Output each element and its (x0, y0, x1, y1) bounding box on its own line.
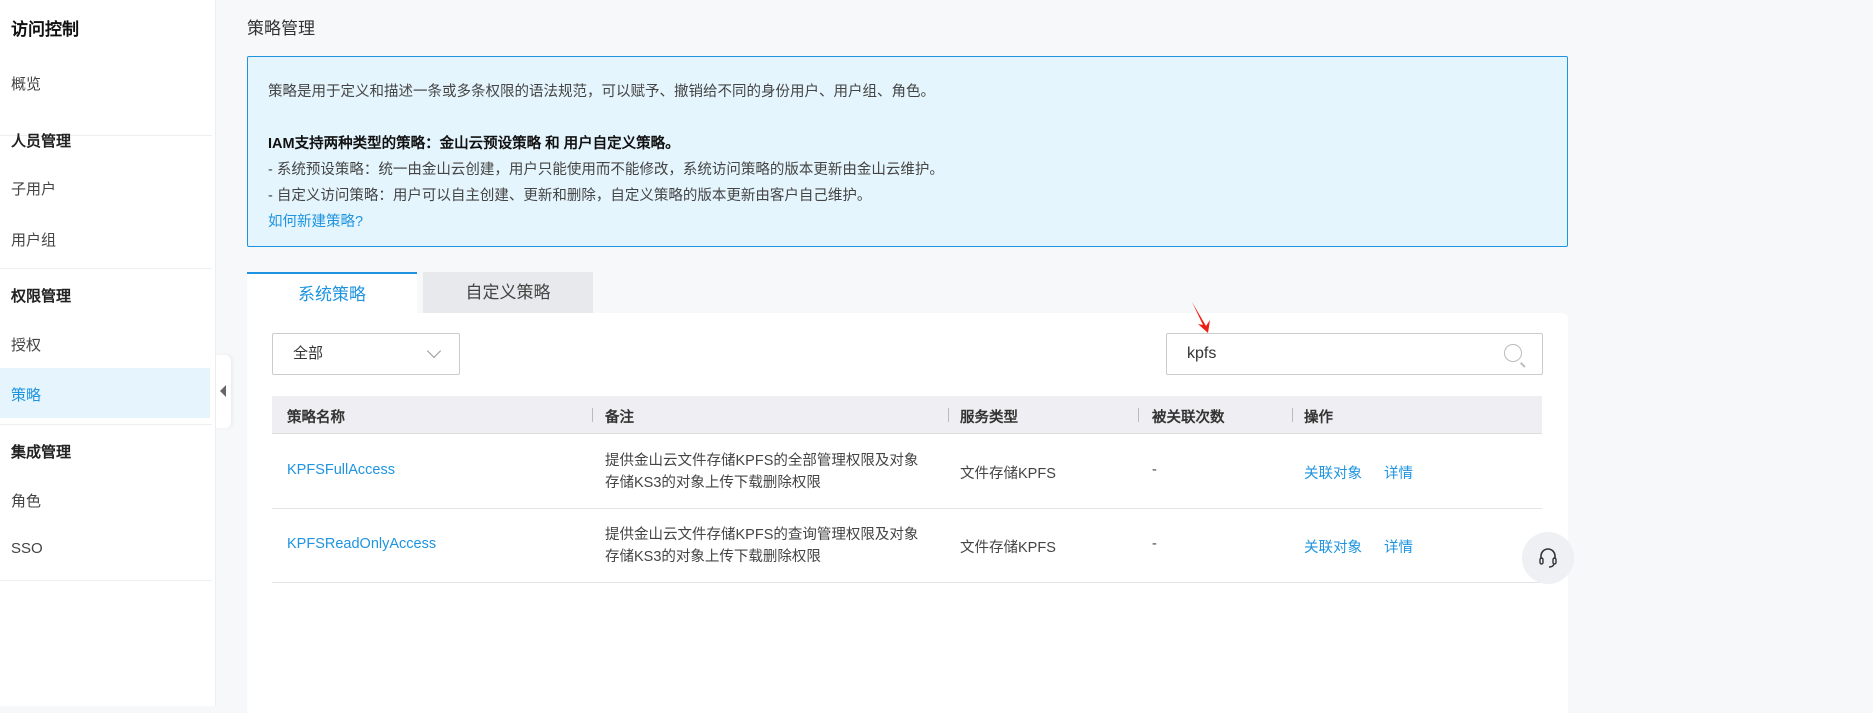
sidebar-item-usergroups[interactable]: 用户组 (11, 229, 56, 250)
details-link[interactable]: 详情 (1384, 536, 1413, 557)
table-row: KPFSFullAccess 提供金山云文件存储KPFS的全部管理权限及对象 存储… (272, 435, 1542, 509)
note-line: 提供金山云文件存储KPFS的查询管理权限及对象 (605, 527, 919, 543)
table-row: KPFSReadOnlyAccess 提供金山云文件存储KPFS的查询管理权限及… (272, 509, 1542, 583)
page-title: 策略管理 (247, 19, 315, 38)
sidebar-item-roles[interactable]: 角色 (11, 490, 41, 511)
sidebar-title: 访问控制 (11, 20, 79, 39)
sidebar-collapse-button[interactable] (216, 355, 231, 428)
col-separator (948, 408, 949, 422)
attach-count: - (1152, 536, 1157, 552)
search-value: kpfs (1187, 345, 1217, 362)
policy-note: 提供金山云文件存储KPFS的查询管理权限及对象 存储KS3的对象上传下载删除权限 (605, 524, 918, 568)
search-input[interactable]: kpfs (1166, 333, 1543, 375)
col-actions: 操作 (1304, 410, 1333, 426)
filter-select[interactable]: 全部 (272, 333, 460, 375)
sidebar-item-overview[interactable]: 概览 (11, 73, 41, 94)
customer-support-button[interactable] (1522, 532, 1574, 584)
service-type: 文件存储KPFS (960, 540, 1056, 556)
col-separator (1138, 408, 1139, 422)
col-separator (592, 408, 593, 422)
service-type: 文件存储KPFS (960, 466, 1056, 482)
headset-icon (1539, 548, 1557, 568)
tab-system-policies[interactable]: 系统策略 (247, 272, 417, 313)
attach-object-link[interactable]: 关联对象 (1304, 462, 1362, 483)
policy-name-link[interactable]: KPFSFullAccess (287, 462, 395, 478)
details-link[interactable]: 详情 (1384, 462, 1413, 483)
divider (0, 424, 212, 425)
how-to-create-policy-link[interactable]: 如何新建策略? (268, 214, 363, 230)
tab-custom-policies[interactable]: 自定义策略 (423, 272, 593, 313)
attach-count: - (1152, 462, 1157, 478)
info-line: - 自定义访问策略：用户可以自主创建、更新和删除，自定义策略的版本更新由客户自己… (268, 188, 872, 204)
info-line: - 系统预设策略：统一由金山云创建，用户只能使用而不能修改，系统访问策略的版本更… (268, 162, 944, 178)
sidebar-item-authorization[interactable]: 授权 (11, 334, 41, 355)
sidebar-item-sso[interactable]: SSO (11, 540, 43, 557)
col-separator (1292, 408, 1293, 422)
info-box: 策略是用于定义和描述一条或多条权限的语法规范，可以赋予、撤销给不同的身份用户、用… (247, 56, 1568, 247)
col-note: 备注 (605, 410, 634, 426)
divider (0, 268, 212, 269)
policy-name-link[interactable]: KPFSReadOnlyAccess (287, 536, 436, 552)
sidebar-group-permissions: 权限管理 (11, 288, 72, 305)
sidebar-group-integration: 集成管理 (11, 444, 72, 461)
col-name: 策略名称 (287, 410, 345, 426)
sidebar-group-people: 人员管理 (11, 133, 72, 150)
col-service: 服务类型 (960, 410, 1018, 426)
sidebar-item-subusers[interactable]: 子用户 (11, 178, 56, 199)
red-arrow-annotation-icon (1192, 302, 1210, 333)
filter-value: 全部 (293, 345, 324, 362)
sidebar-item-policies[interactable]: 策略 (11, 384, 41, 405)
col-count: 被关联次数 (1152, 410, 1225, 426)
note-line: 提供金山云文件存储KPFS的全部管理权限及对象 (605, 453, 919, 469)
search-icon[interactable] (1504, 344, 1522, 362)
info-heading: IAM支持两种类型的策略：金山云预设策略 和 用户自定义策略。 (268, 136, 680, 152)
attach-object-link[interactable]: 关联对象 (1304, 536, 1362, 557)
table-header: 策略名称 备注 服务类型 被关联次数 操作 (272, 396, 1542, 434)
note-line: 存储KS3的对象上传下载删除权限 (605, 475, 821, 491)
policy-note: 提供金山云文件存储KPFS的全部管理权限及对象 存储KS3的对象上传下载删除权限 (605, 450, 918, 494)
note-line: 存储KS3的对象上传下载删除权限 (605, 549, 821, 565)
chevron-down-icon (426, 343, 442, 359)
info-line: 策略是用于定义和描述一条或多条权限的语法规范，可以赋予、撤销给不同的身份用户、用… (268, 84, 935, 100)
sidebar: 访问控制 概览 人员管理 子用户 用户组 权限管理 授权 策略 集成管理 角色 … (0, 0, 216, 706)
divider (0, 580, 212, 581)
